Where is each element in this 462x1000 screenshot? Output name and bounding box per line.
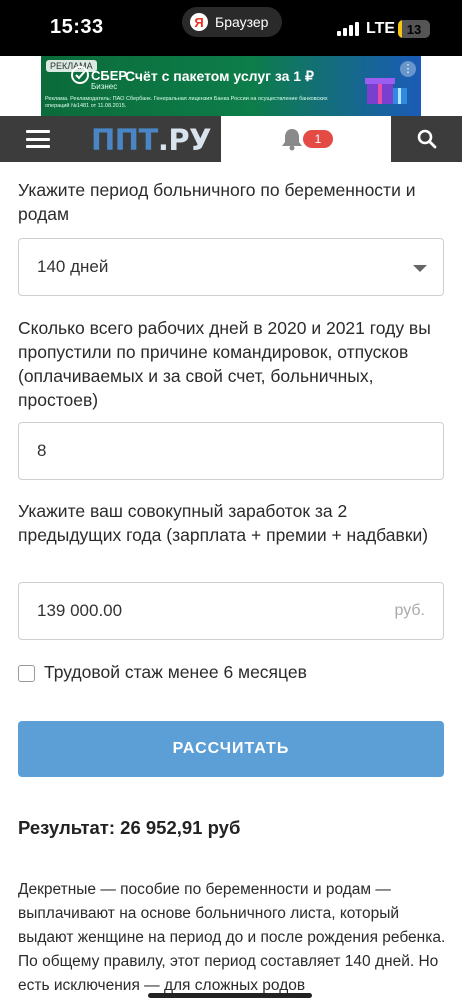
chevron-down-icon [413,265,427,272]
ad-brand-sub: Бизнес [91,82,118,91]
missed-days-input[interactable] [37,441,337,461]
ad-container: РЕКЛАМА СБЕР Бизнес Счёт с пакетом услуг… [0,56,462,116]
yandex-browser-icon: Я [190,13,208,31]
logo-main: ППТ [91,123,158,157]
browser-pill[interactable]: Я Браузер [182,7,282,37]
more-vertical-icon[interactable]: ⋮ [400,61,416,77]
home-indicator [148,993,312,998]
experience-checkbox-row[interactable]: Трудовой стаж менее 6 месяцев [18,661,448,687]
calculate-button[interactable]: РАССЧИТАТЬ [18,721,444,777]
site-header: ППТ.РУ 1 [0,116,462,162]
status-time: 15:33 [50,16,104,38]
ad-title: Счёт с пакетом услуг за 1 ₽ [125,68,314,84]
search-icon [417,129,437,149]
result-text: Результат: 26 952,91 руб [18,817,241,838]
status-bar: 15:33 Я Браузер LTE 13 [0,0,462,56]
network-type: LTE [366,20,396,37]
earnings-input[interactable] [37,601,337,621]
sber-logo-icon [71,66,89,84]
battery-level: 13 [406,21,422,37]
period-label: Укажите период больничного по беременнос… [18,180,416,224]
bell-icon [282,129,302,151]
period-select[interactable]: 140 дней [18,238,444,296]
ad-legal-text: Реклама. Рекламодатель: ПАО Сбербанк. Ге… [45,96,328,109]
battery-icon: 13 [398,20,430,38]
ad-banner[interactable]: РЕКЛАМА СБЕР Бизнес Счёт с пакетом услуг… [41,56,421,116]
notifications-button[interactable]: 1 [221,116,391,162]
missed-days-label: Сколько всего рабочих дней в 2020 и 2021… [18,318,431,410]
experience-checkbox-label: Трудовой стаж менее 6 месяцев [44,662,307,682]
description-text: Декретные — пособие по беременности и ро… [18,881,446,994]
hamburger-icon[interactable] [26,130,50,148]
missed-days-field[interactable] [18,422,444,480]
notifications-count: 1 [303,130,333,148]
site-logo[interactable]: ППТ.РУ [91,123,211,157]
search-button[interactable] [391,116,462,162]
earnings-field[interactable]: руб. [18,582,444,640]
earnings-unit: руб. [394,602,425,619]
logo-suffix: .РУ [157,123,212,157]
ad-brand: СБЕР [91,68,128,83]
browser-label: Браузер [215,14,269,30]
period-value: 140 дней [37,257,109,276]
signal-icon [337,22,359,36]
experience-checkbox[interactable] [18,665,35,682]
earnings-label: Укажите ваш совокупный заработок за 2 пр… [18,501,429,545]
